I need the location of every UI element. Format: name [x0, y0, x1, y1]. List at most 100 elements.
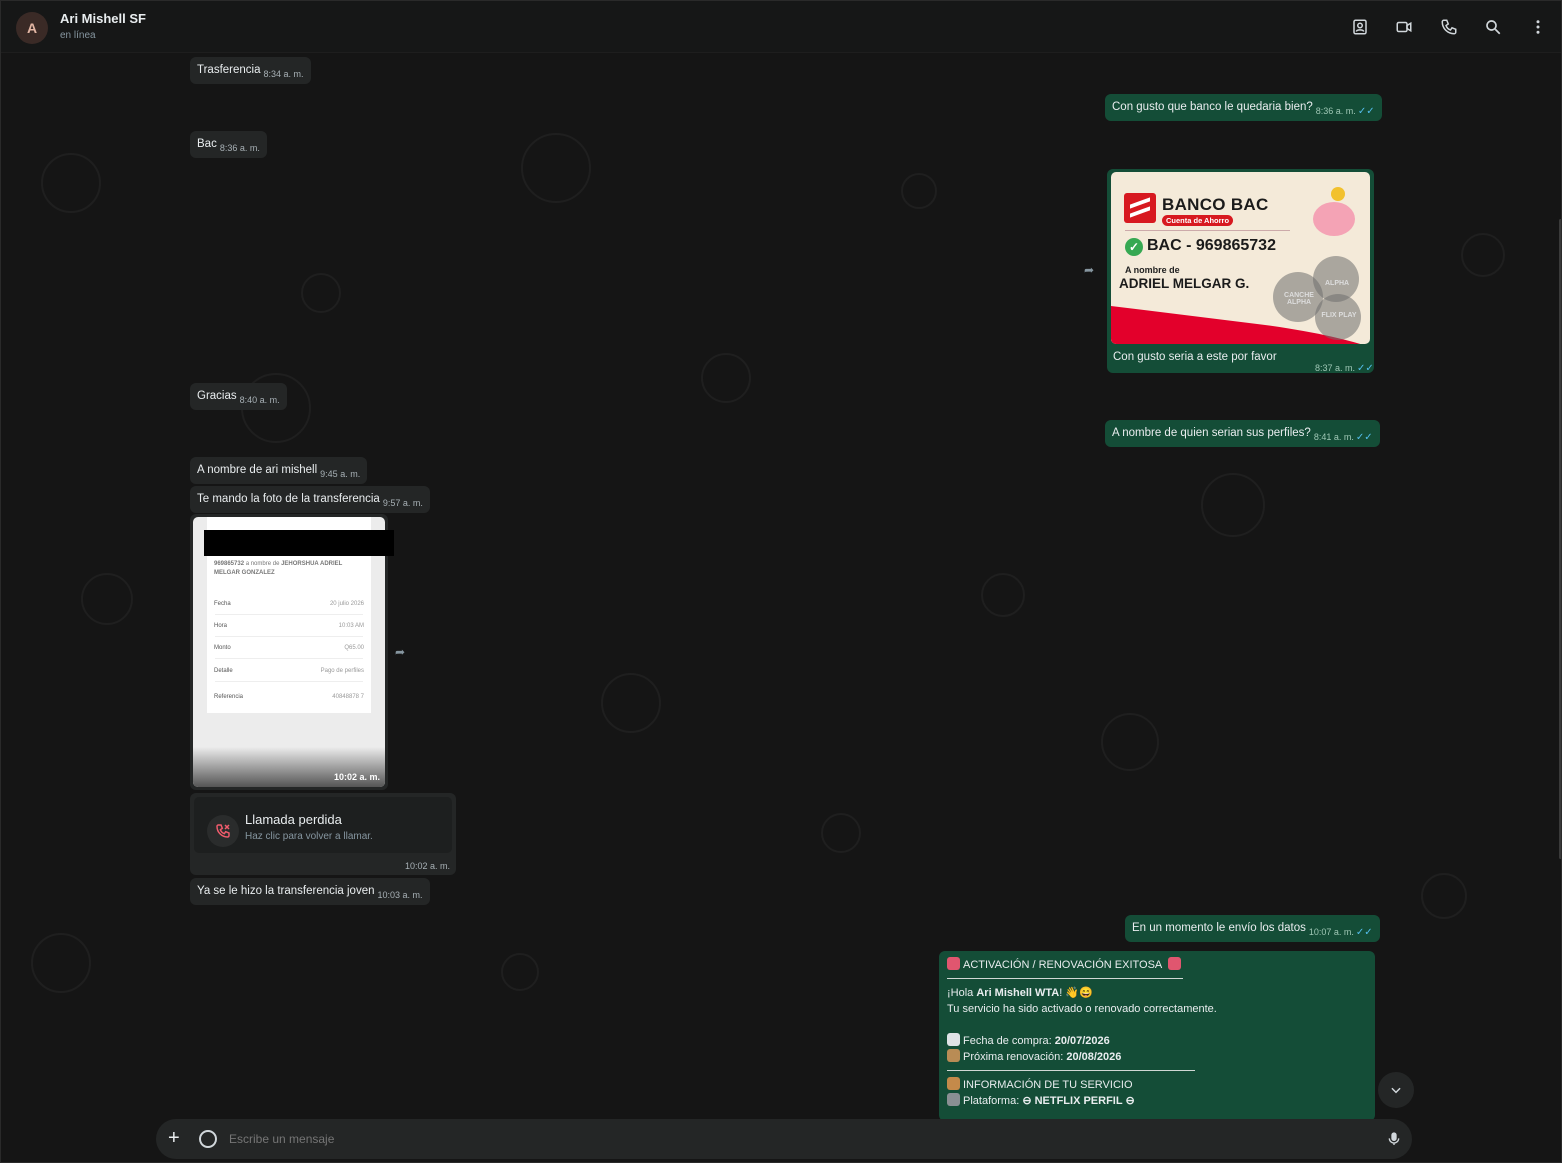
- message-text: Gracias: [197, 390, 237, 402]
- ticket-icon: [1167, 957, 1181, 970]
- receipt-value: 10:03 AM: [338, 623, 364, 629]
- message-text: Trasferencia: [197, 64, 261, 76]
- message-incoming[interactable]: Gracias 8:40 a. m.: [190, 383, 287, 410]
- message-incoming[interactable]: Bac 8:36 a. m.: [190, 131, 267, 158]
- missed-call-card[interactable]: Llamada perdida Haz clic para volver a l…: [194, 797, 452, 853]
- message-time: 9:45 a. m.: [320, 469, 361, 479]
- coin-icon: [1331, 187, 1345, 201]
- message-text: En un momento le envío los datos: [1132, 922, 1306, 934]
- message-outgoing[interactable]: A nombre de quien serian sus perfiles? 8:…: [1105, 420, 1380, 447]
- receipt-value: 40848878 7: [332, 694, 364, 700]
- message-time: 8:36 a. m.: [1315, 106, 1356, 116]
- receipt-value: 20 julio 2026: [329, 601, 364, 607]
- phone-icon[interactable]: [1438, 16, 1460, 38]
- hourglass-icon: [947, 1049, 960, 1062]
- message-text: A nombre de ari mishell: [197, 464, 318, 476]
- divider: [215, 636, 363, 637]
- redaction-bar: [204, 530, 394, 556]
- divider: [947, 978, 1183, 979]
- missed-call-message[interactable]: Llamada perdida Haz clic para volver a l…: [190, 793, 456, 875]
- read-ticks-icon: ✓✓: [1355, 432, 1373, 443]
- scroll-down-button[interactable]: [1378, 1072, 1414, 1108]
- message-incoming[interactable]: Ya se le hizo la transferencia joven 10:0…: [190, 878, 430, 905]
- receipt-label: Fecha: [214, 601, 231, 607]
- platform-value: ⊖ NETFLIX PERFIL ⊖: [1022, 1095, 1135, 1107]
- divider: [215, 614, 363, 615]
- message-time: 8:41 a. m.: [1313, 432, 1354, 442]
- purchase-label: Fecha de compra:: [963, 1035, 1055, 1047]
- attach-plus-icon[interactable]: +: [168, 1127, 180, 1150]
- message-text: A nombre de quien serian sus perfiles?: [1112, 427, 1311, 439]
- receipt-name-2: MELGAR GONZALEZ: [214, 570, 275, 576]
- message-time: 8:34 a. m.: [263, 69, 304, 79]
- message-composer[interactable]: +: [156, 1119, 1412, 1159]
- clapper-icon: [947, 1093, 960, 1106]
- message-outgoing[interactable]: Con gusto que banco le quedaria bien? 8:3…: [1105, 94, 1382, 121]
- check-icon: ✓: [1125, 238, 1143, 256]
- message-time: 10:03 a. m.: [377, 890, 423, 900]
- renewal-date: 20/08/2026: [1066, 1051, 1122, 1063]
- message-time: 8:37 a. m.: [1315, 363, 1356, 373]
- forward-icon[interactable]: ➦: [1084, 263, 1094, 277]
- receipt-account: 969865732: [214, 561, 245, 567]
- message-time: 10:02 a. m.: [404, 861, 450, 871]
- more-vert-icon[interactable]: [1527, 16, 1549, 38]
- contact-card-icon[interactable]: [1349, 16, 1371, 38]
- read-ticks-icon: ✓✓: [1355, 927, 1373, 938]
- receipt-value: Q65.00: [344, 645, 364, 651]
- account-type: Cuenta de Ahorro: [1162, 215, 1234, 226]
- read-ticks-icon: ✓✓: [1357, 363, 1374, 374]
- avatar[interactable]: A: [16, 12, 48, 44]
- message-time: 10:02 a. m.: [334, 772, 381, 782]
- chat-header[interactable]: A Ari Mishell SF en línea: [1, 1, 1561, 53]
- message-time: 8:40 a. m.: [239, 395, 280, 405]
- ticket-icon: [947, 957, 960, 970]
- calendar-icon: [947, 1033, 960, 1046]
- missed-call-title: Llamada perdida: [245, 812, 342, 827]
- receipt-label: Monto: [214, 645, 231, 651]
- sticker-emoji-icon[interactable]: [199, 1130, 217, 1148]
- receipt-label: Referencia: [214, 694, 244, 700]
- message-text: Te mando la foto de la transferencia: [197, 493, 380, 505]
- renewal-label: Próxima renovación:: [963, 1051, 1067, 1063]
- microphone-icon[interactable]: [1386, 1130, 1402, 1153]
- message-outgoing[interactable]: En un momento le envío los datos 10:07 a.…: [1125, 915, 1380, 942]
- account-holder: ADRIEL MELGAR G.: [1119, 276, 1250, 291]
- search-icon[interactable]: [1482, 16, 1504, 38]
- a-nombre-label: A nombre de: [1125, 265, 1180, 275]
- activation-line: Tu servicio ha sido activado o renovado …: [947, 1003, 1217, 1015]
- divider: [215, 681, 363, 682]
- alpha-logo-text: ALPHA: [1325, 280, 1350, 287]
- receipt-label: Detalle: [214, 668, 233, 674]
- activation-title: ACTIVACIÓN / RENOVACIÓN EXITOSA: [963, 959, 1162, 971]
- bank-account-image[interactable]: BANCO BAC Cuenta de Ahorro ✓ BAC - 96986…: [1111, 172, 1370, 344]
- message-incoming[interactable]: Trasferencia 8:34 a. m.: [190, 57, 311, 84]
- video-call-icon[interactable]: [1393, 16, 1415, 38]
- account-number: BAC - 969865732: [1147, 237, 1276, 254]
- purchase-date: 20/07/2026: [1054, 1035, 1110, 1047]
- message-incoming[interactable]: Te mando la foto de la transferencia 9:57…: [190, 486, 430, 513]
- divider: [215, 658, 363, 659]
- forward-icon[interactable]: ➦: [395, 645, 405, 659]
- read-ticks-icon: ✓✓: [1357, 106, 1375, 117]
- message-time: 9:57 a. m.: [382, 498, 423, 508]
- message-time: 8:36 a. m.: [219, 143, 260, 153]
- message-input[interactable]: [229, 1132, 1329, 1146]
- greeting-name: Ari Mishell WTA: [976, 987, 1060, 999]
- piggy-bank-icon: [1313, 202, 1355, 236]
- package-icon: [947, 1077, 960, 1090]
- platform-label: Plataforma:: [963, 1095, 1023, 1107]
- contact-name[interactable]: Ari Mishell SF: [60, 11, 146, 26]
- message-incoming[interactable]: A nombre de ari mishell 9:45 a. m.: [190, 457, 368, 484]
- transfer-receipt-image[interactable]: 969865732 a nombre de JEHORSHUA ADRIEL M…: [193, 517, 385, 787]
- greeting-post: ! 👋😄: [1059, 987, 1093, 999]
- flix-play-logo-text: FLIX PLAY: [1321, 312, 1357, 319]
- missed-call-subtitle: Haz clic para volver a llamar.: [245, 831, 373, 842]
- activation-message[interactable]: ACTIVACIÓN / RENOVACIÓN EXITOSA ¡Hola Ar…: [939, 951, 1375, 1121]
- receipt-value: Pago de perfiles: [320, 668, 364, 674]
- missed-call-icon: [207, 815, 239, 847]
- chat-window: A Ari Mishell SF en línea Trasferencia 8:…: [0, 0, 1562, 1163]
- bank-name: BANCO BAC: [1162, 195, 1269, 214]
- canche-alpha-logo-text: CANCHE ALPHA: [1284, 292, 1314, 306]
- message-text: Bac: [197, 138, 217, 150]
